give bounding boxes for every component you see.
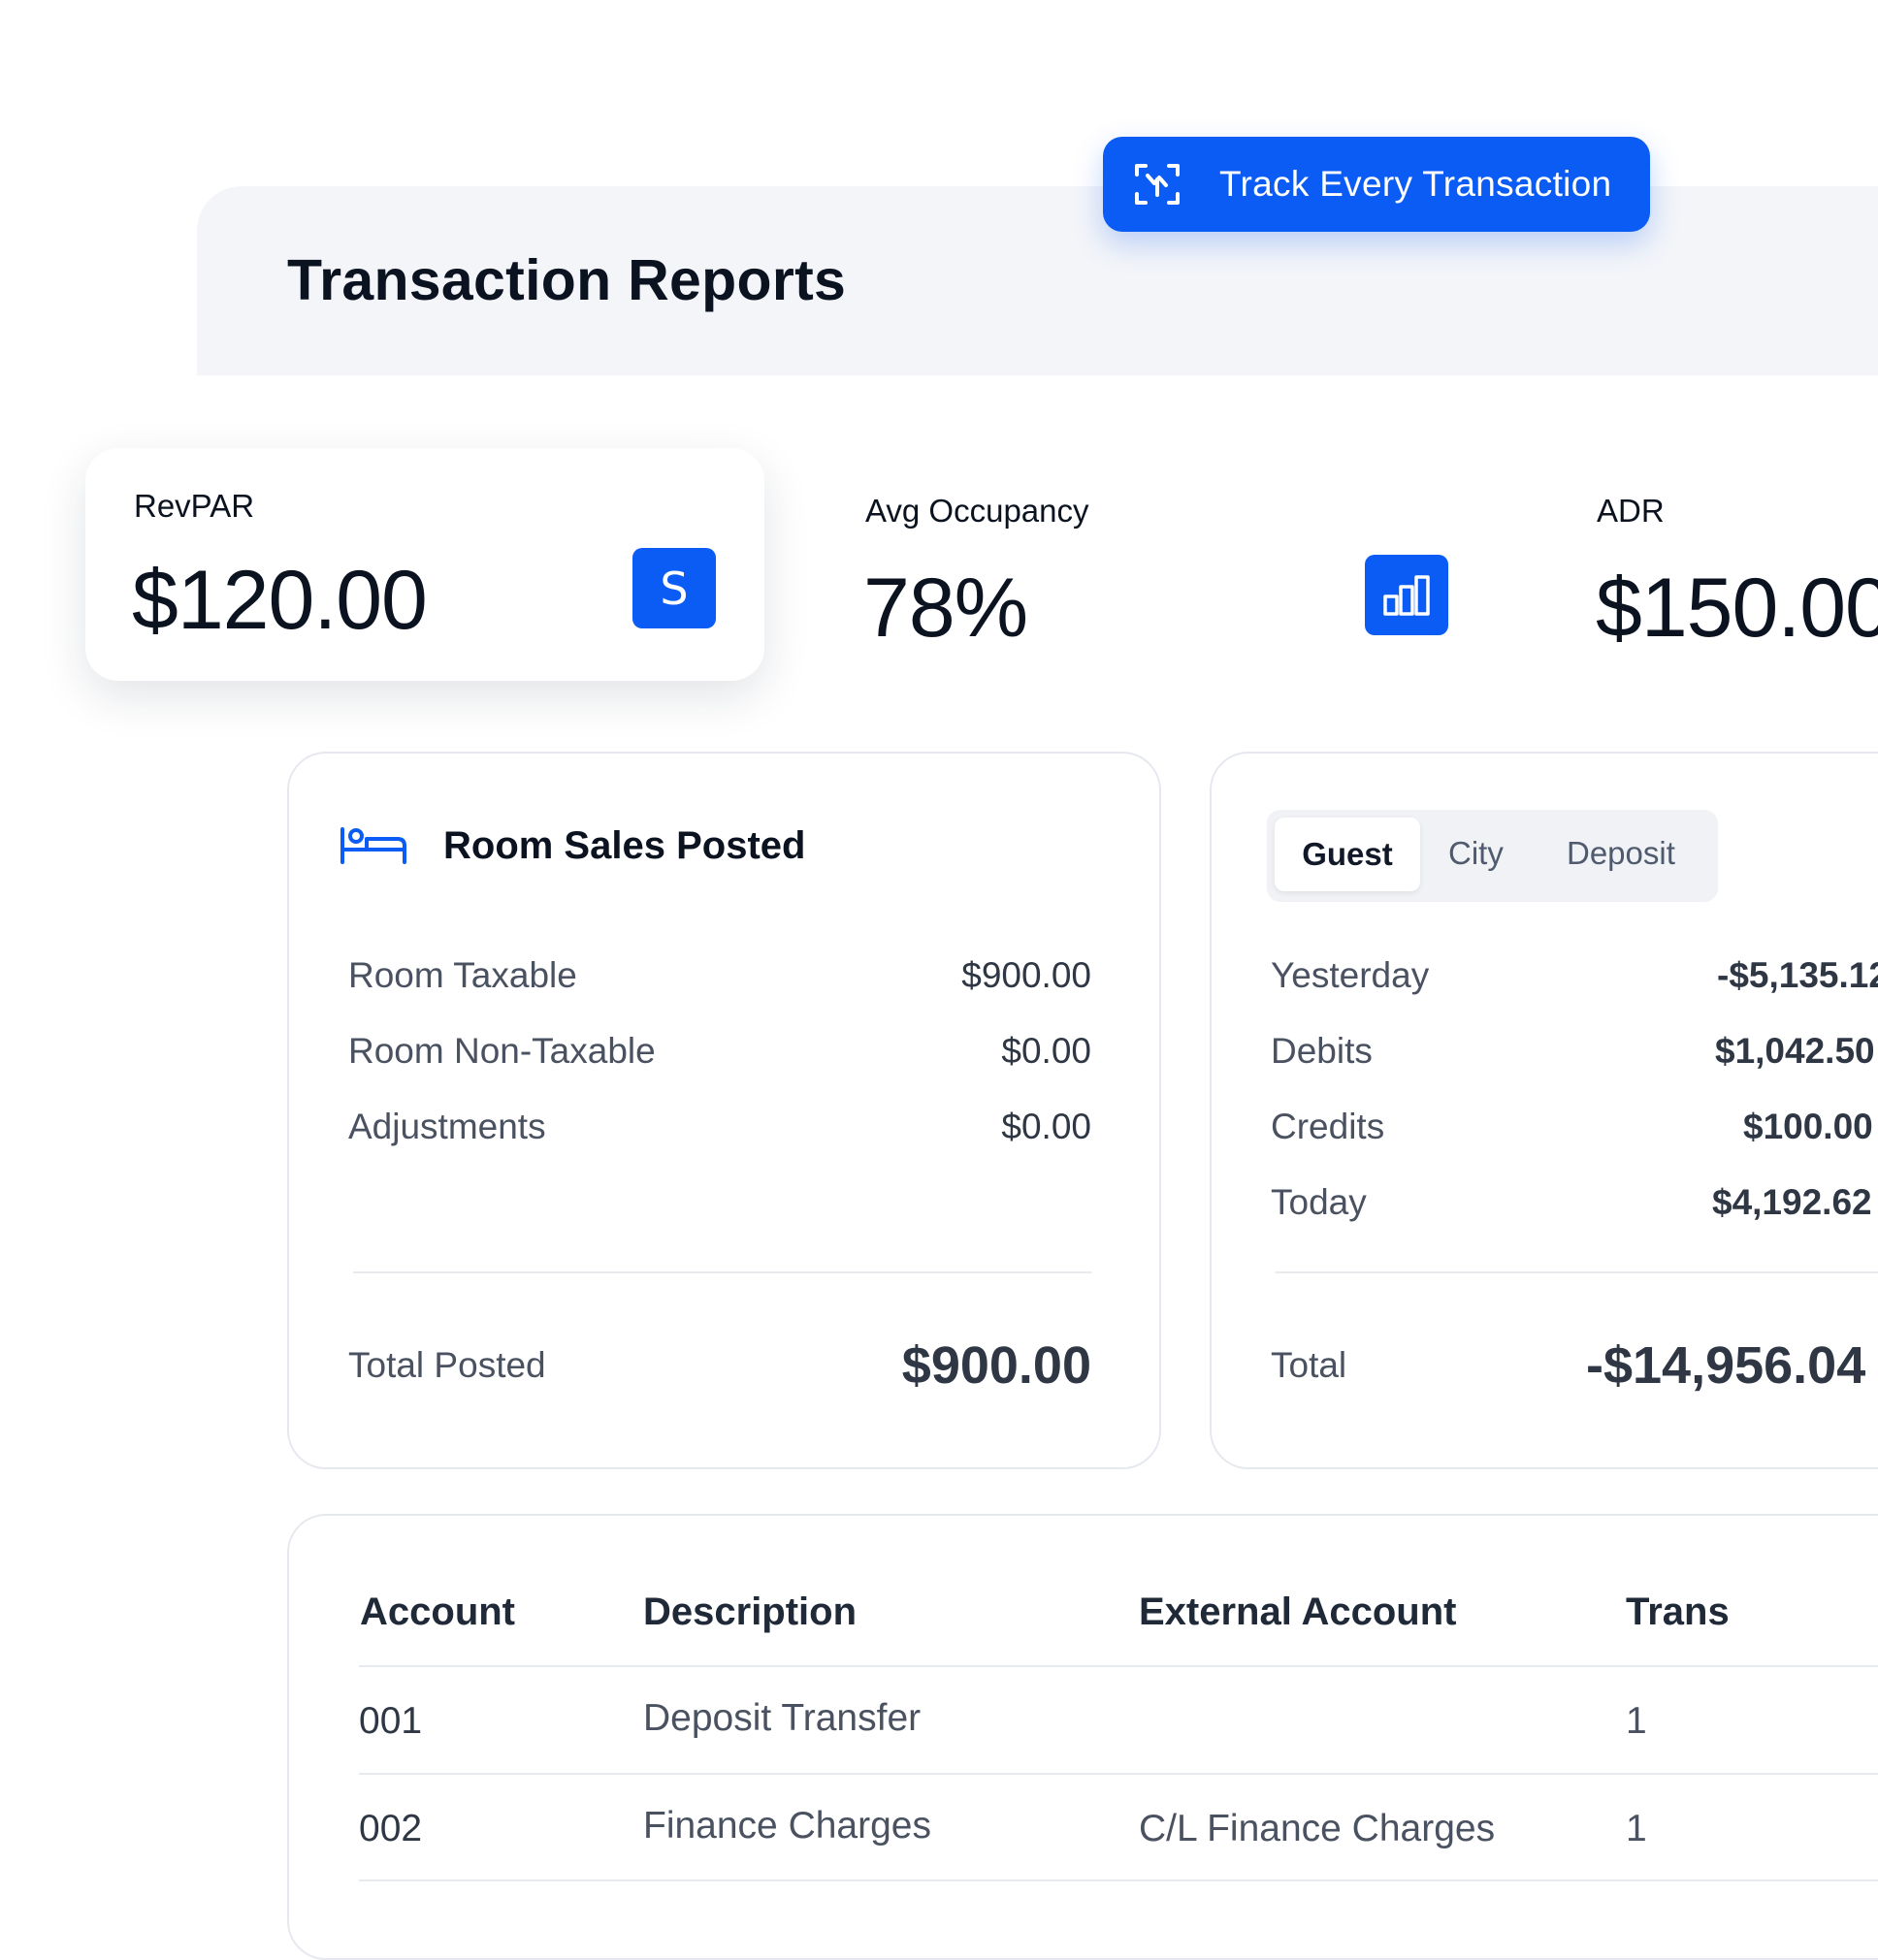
- yesterday-label: Yesterday: [1271, 955, 1430, 995]
- yesterday-value: -$5,135.12: [1717, 955, 1878, 995]
- bar-chart-icon: [1365, 555, 1448, 635]
- room-taxable-label: Room Taxable: [348, 955, 577, 995]
- row-description: Deposit Transfer: [643, 1697, 922, 1739]
- tab-guest[interactable]: Guest: [1275, 818, 1420, 891]
- today-label: Today: [1271, 1182, 1367, 1222]
- credits-value: $100.00: [1743, 1107, 1873, 1146]
- revpar-label: RevPAR: [134, 488, 255, 524]
- adjustments-value: $0.00: [1001, 1107, 1091, 1146]
- tab-city[interactable]: City: [1448, 835, 1504, 872]
- total-posted-value: $900.00: [901, 1336, 1091, 1395]
- adr-value: $150.00: [1596, 562, 1878, 655]
- col-external-account: External Account: [1139, 1590, 1457, 1633]
- table-row[interactable]: 001 Deposit Transfer 1: [359, 1668, 1878, 1775]
- col-account: Account: [360, 1590, 515, 1633]
- row-trans: 1: [1626, 1700, 1647, 1742]
- ledger-total-value: -$14,956.04: [1586, 1336, 1866, 1395]
- dollar-s-icon: S: [632, 548, 716, 628]
- room-taxable-value: $900.00: [961, 955, 1091, 995]
- table-header-divider: [359, 1665, 1878, 1667]
- tab-deposit[interactable]: Deposit: [1567, 835, 1675, 872]
- debits-value: $1,042.50: [1715, 1031, 1875, 1071]
- debits-label: Debits: [1271, 1031, 1373, 1071]
- ledger-tabs: Guest City Deposit: [1267, 810, 1718, 902]
- bed-icon: [340, 826, 407, 870]
- row-external-account: C/L Finance Charges: [1139, 1808, 1496, 1849]
- credits-label: Credits: [1271, 1107, 1385, 1146]
- total-posted-label: Total Posted: [348, 1345, 546, 1385]
- page-title: Transaction Reports: [287, 248, 847, 312]
- avg-occupancy-label: Avg Occupancy: [865, 493, 1089, 529]
- row-trans: 1: [1626, 1808, 1647, 1849]
- room-sales-divider: [353, 1271, 1092, 1273]
- col-trans: Trans: [1626, 1590, 1730, 1633]
- adr-label: ADR: [1597, 493, 1665, 529]
- room-sales-title: Room Sales Posted: [443, 824, 806, 867]
- table-row[interactable]: 002 Finance Charges C/L Finance Charges …: [359, 1776, 1878, 1880]
- row-account: 001: [359, 1700, 423, 1742]
- ledger-divider: [1276, 1271, 1878, 1273]
- table-row-divider: [359, 1773, 1878, 1775]
- adjustments-label: Adjustments: [348, 1107, 546, 1146]
- avg-occupancy-value: 78%: [863, 562, 1028, 655]
- ledger-total-label: Total: [1271, 1345, 1347, 1385]
- revpar-value: $120.00: [132, 554, 428, 647]
- room-non-taxable-value: $0.00: [1001, 1031, 1091, 1071]
- track-button-label: Track Every Transaction: [1219, 164, 1612, 204]
- room-non-taxable-label: Room Non-Taxable: [348, 1031, 656, 1071]
- scan-icon: [1132, 159, 1182, 209]
- row-description: Finance Charges: [643, 1805, 931, 1847]
- table-row-divider: [359, 1880, 1878, 1881]
- track-every-transaction-button[interactable]: Track Every Transaction: [1103, 137, 1650, 232]
- today-value: $4,192.62: [1712, 1182, 1872, 1222]
- col-description: Description: [643, 1590, 858, 1633]
- row-account: 002: [359, 1808, 423, 1849]
